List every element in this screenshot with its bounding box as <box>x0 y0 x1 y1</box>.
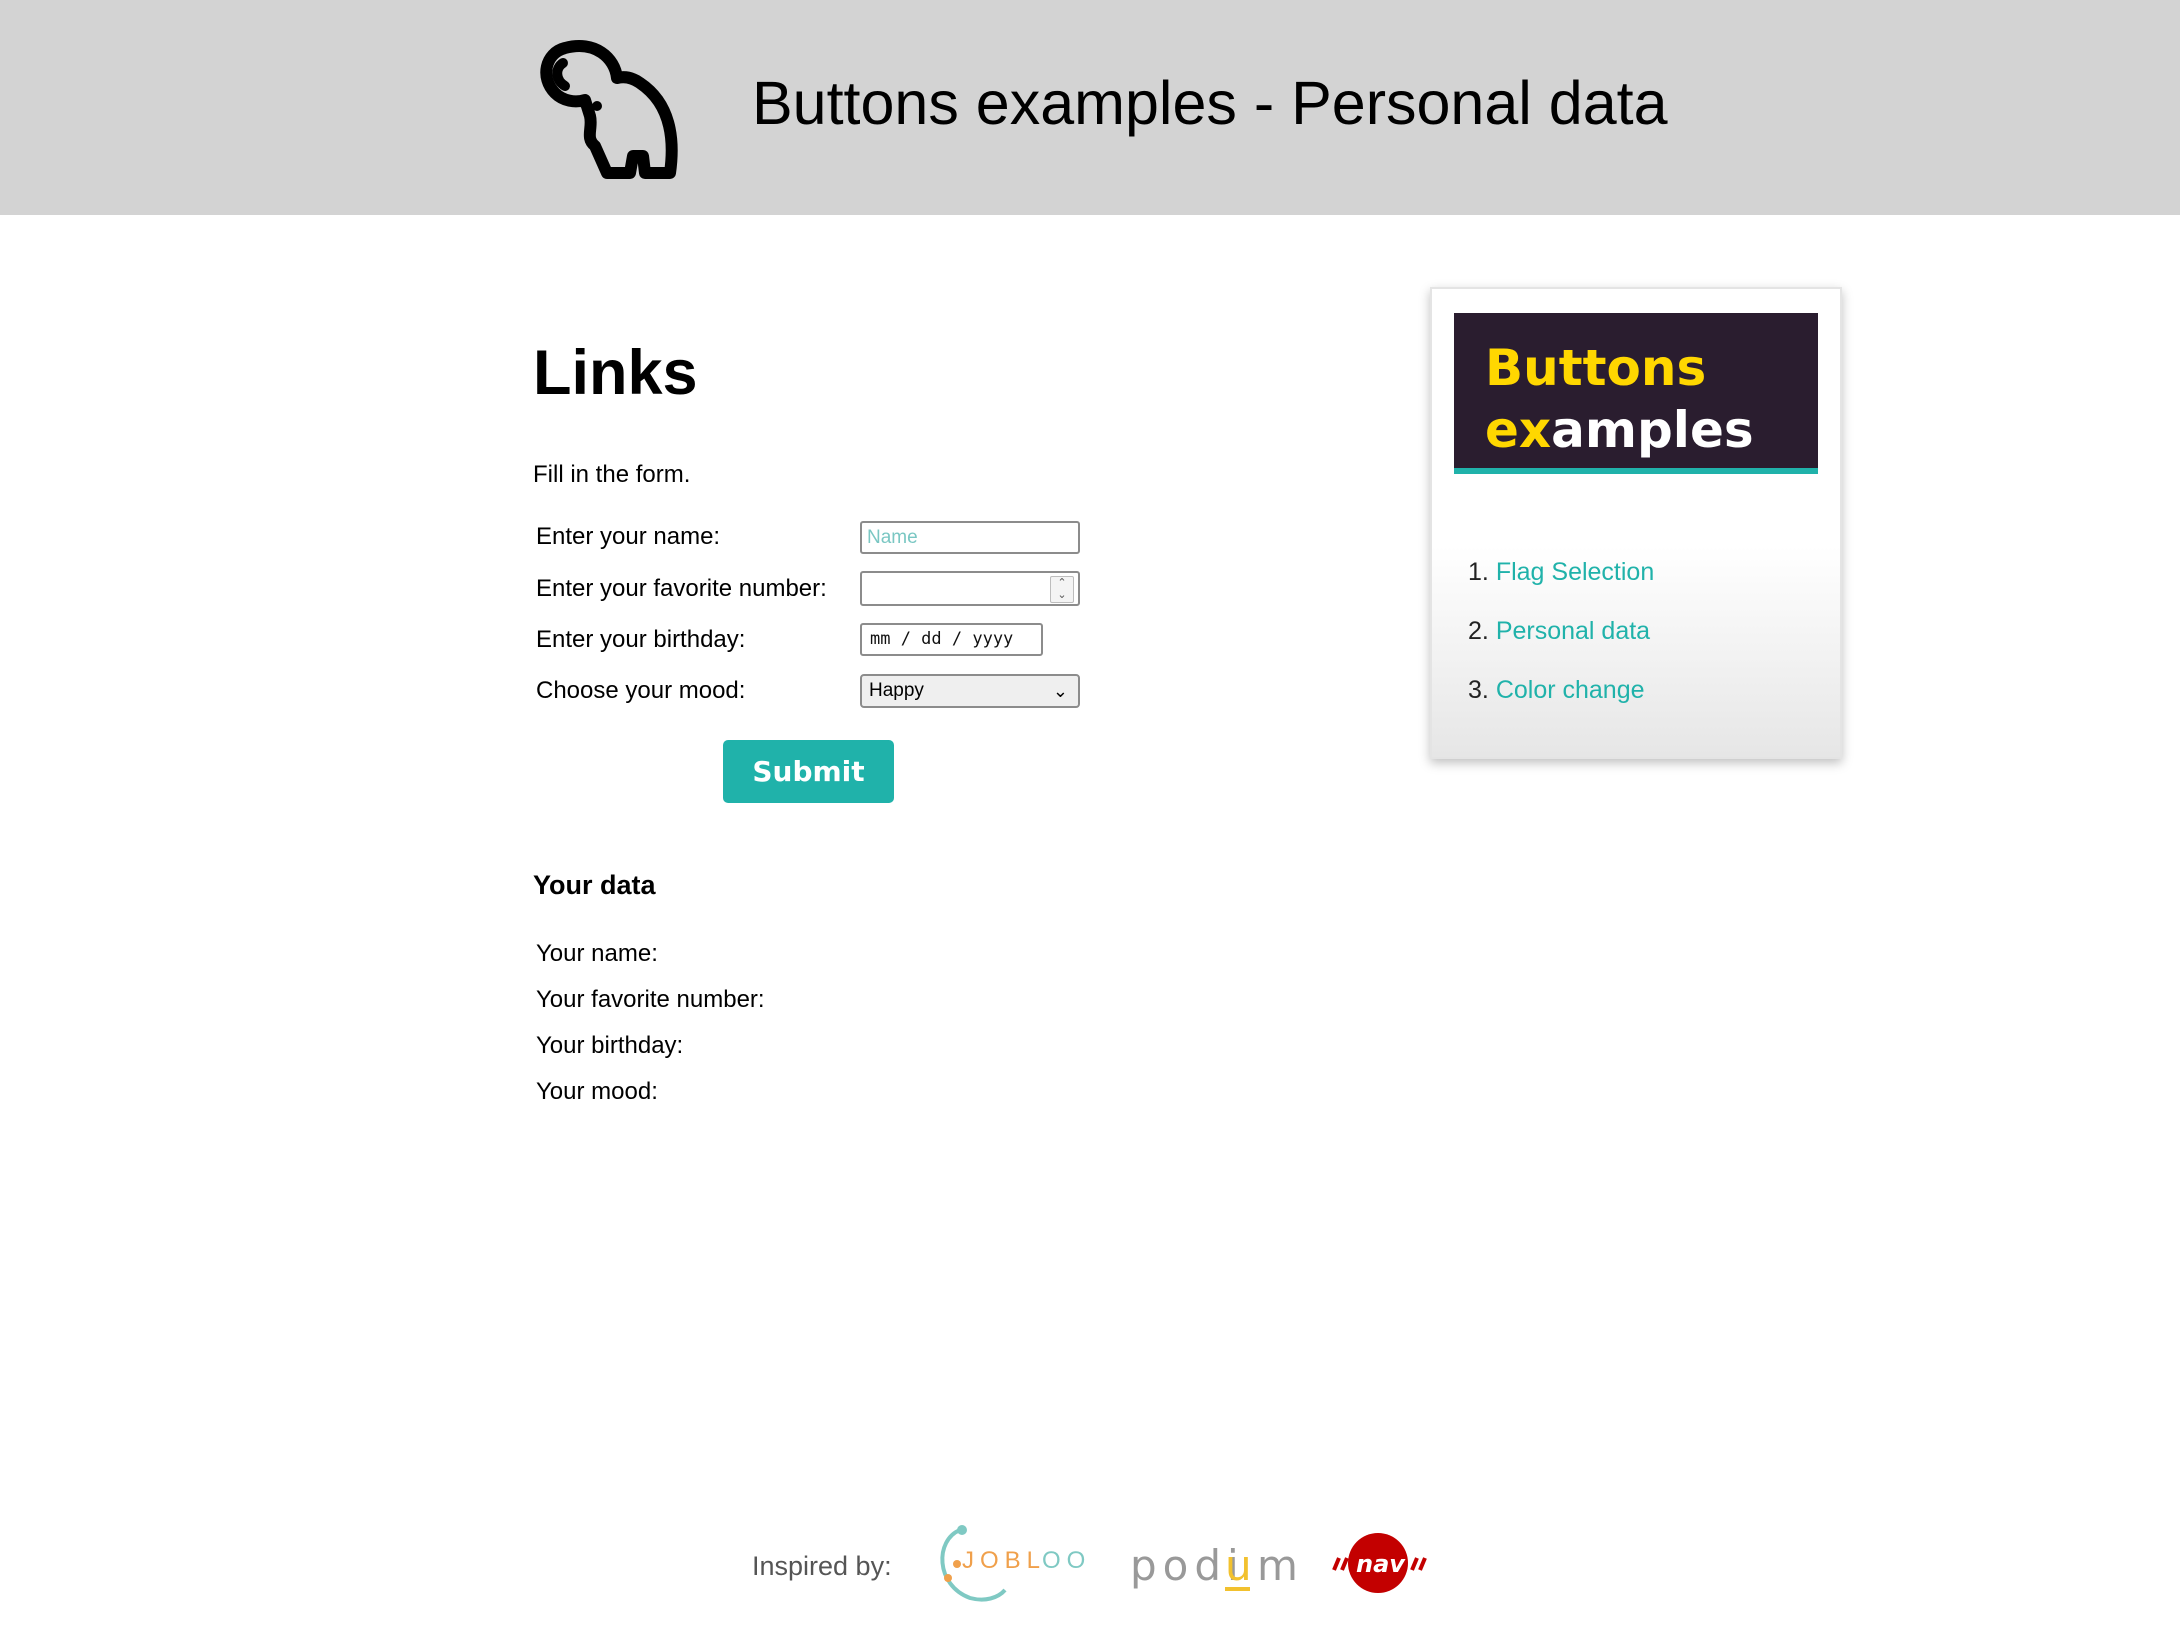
banner-title-line1: Buttons <box>1485 338 1706 398</box>
svg-text:u: u <box>1225 1541 1252 1590</box>
page-title: Buttons examples - Personal data <box>752 69 1668 137</box>
banner-word-part2: amples <box>1551 401 1754 459</box>
mood-selected-value: Happy <box>869 680 924 701</box>
banner-title-line2: examples <box>1485 400 1754 460</box>
chevron-up-icon[interactable]: ⌃ <box>1051 577 1073 589</box>
chevron-down-icon[interactable]: ⌄ <box>1051 589 1073 601</box>
section-heading-links: Links <box>533 338 698 408</box>
mood-label: Choose your mood: <box>536 677 746 704</box>
podium-logo[interactable]: podi u m <box>1130 1535 1295 1595</box>
birthday-label: Enter your birthday: <box>536 626 746 653</box>
result-number-label: Your favorite number: <box>536 986 765 1013</box>
number-spinner[interactable]: ⌃ ⌄ <box>1050 576 1074 603</box>
favorite-number-label: Enter your favorite number: <box>536 575 827 602</box>
banner-word-part1: ex <box>1485 401 1552 459</box>
elephant-icon[interactable] <box>525 28 680 180</box>
result-name-label: Your name: <box>536 940 658 967</box>
name-label: Enter your name: <box>536 523 721 550</box>
nav-logo[interactable]: nav <box>1330 1528 1430 1598</box>
list-number: 2. <box>1468 617 1489 645</box>
mood-select[interactable]: Happy ⌄ <box>860 674 1080 708</box>
name-input[interactable] <box>860 521 1080 554</box>
nav-link-color-change[interactable]: Color change <box>1496 676 1645 704</box>
inspired-by-label: Inspired by: <box>752 1551 892 1581</box>
intro-text: Fill in the form. <box>533 461 691 488</box>
favorite-number-input[interactable]: ⌃ ⌄ <box>860 571 1080 606</box>
jobloop-text: JOBL <box>962 1547 1046 1574</box>
nav-link-personal-data[interactable]: Personal data <box>1496 617 1650 645</box>
submit-button[interactable]: Submit <box>723 740 894 803</box>
nav-link-flag-selection[interactable]: Flag Selection <box>1496 558 1654 586</box>
your-data-heading: Your data <box>533 870 656 900</box>
sidebar-item-color-change: 3. Color change <box>1468 674 1645 706</box>
svg-text:nav: nav <box>1356 1550 1406 1578</box>
list-number: 3. <box>1468 676 1489 704</box>
svg-text:OOP: OOP <box>1042 1547 1090 1574</box>
svg-text:m: m <box>1257 1541 1295 1590</box>
banner-word-buttons: Buttons <box>1485 339 1707 397</box>
sidebar-item-personal-data: 2. Personal data <box>1468 615 1650 647</box>
result-birthday-label: Your birthday: <box>536 1032 684 1059</box>
birthday-input[interactable]: mm / dd / yyyy <box>860 623 1043 656</box>
chevron-down-icon: ⌄ <box>1052 681 1068 701</box>
list-number: 1. <box>1468 558 1489 586</box>
result-mood-label: Your mood: <box>536 1078 658 1105</box>
header: Buttons examples - Personal data <box>0 0 2180 215</box>
sidebar-banner: Buttons examples <box>1454 313 1818 474</box>
sidebar: Buttons examples 1. Flag Selection 2. Pe… <box>1430 287 1842 759</box>
jobloop-logo[interactable]: JOBL OOP <box>930 1520 1090 1605</box>
sidebar-item-flag-selection: 1. Flag Selection <box>1468 556 1654 588</box>
